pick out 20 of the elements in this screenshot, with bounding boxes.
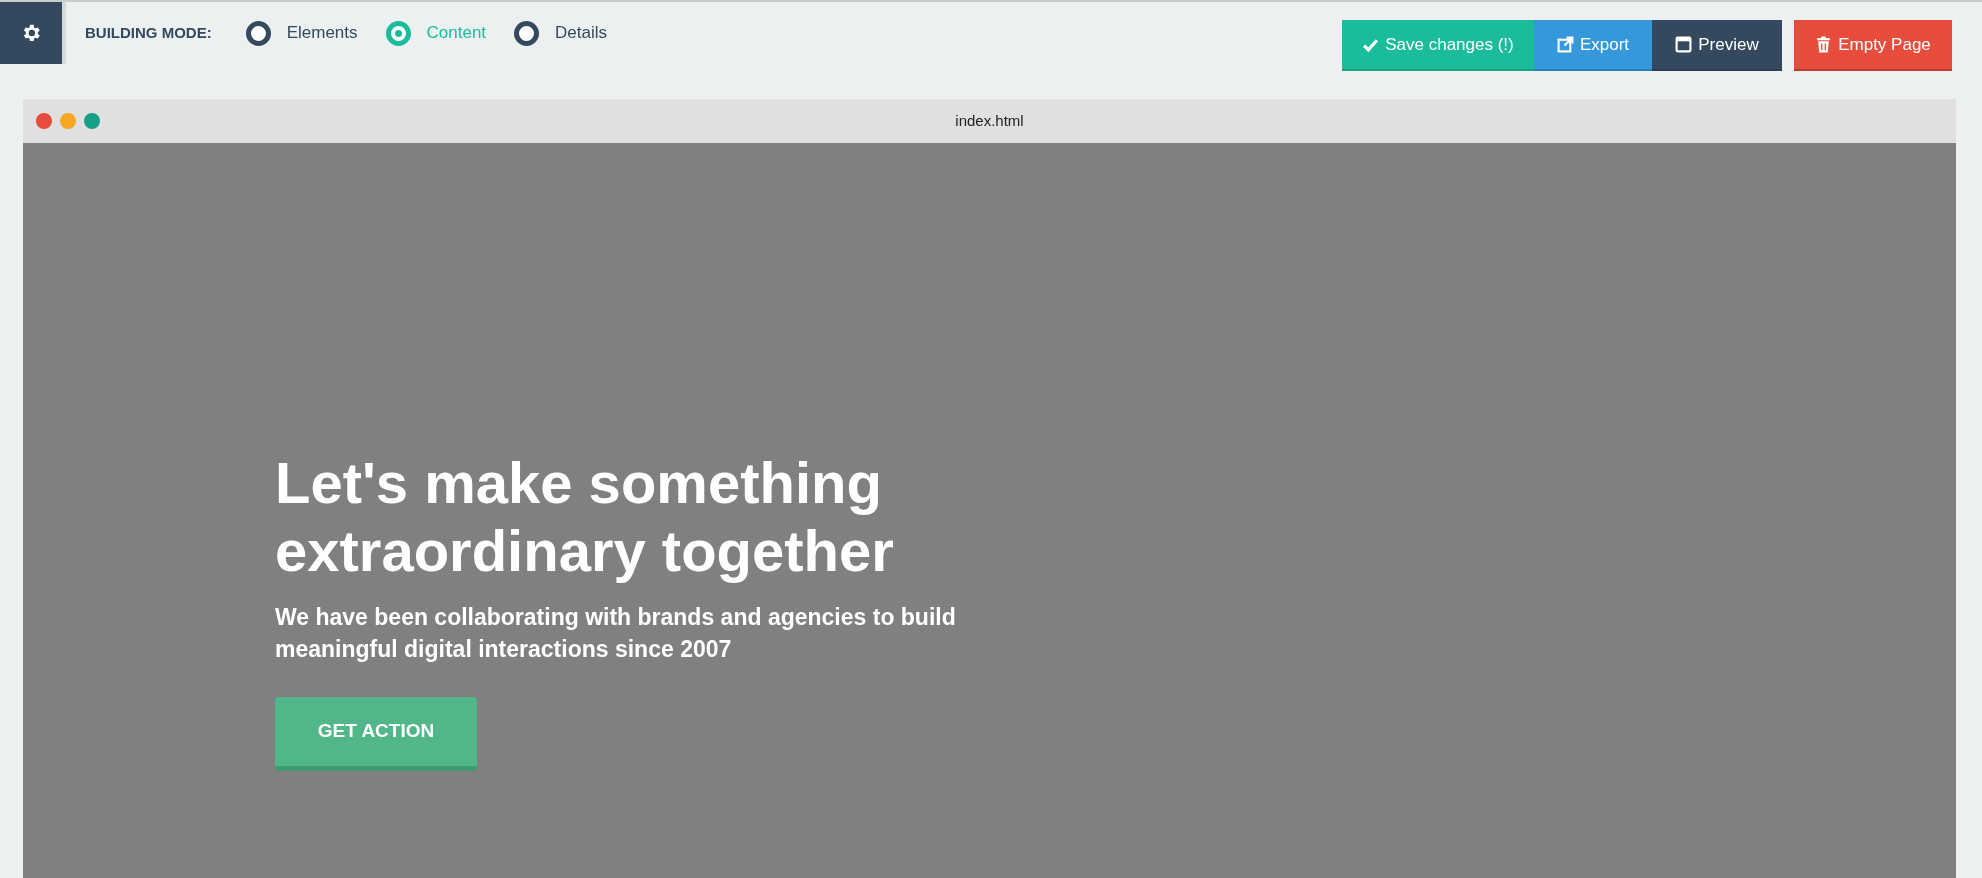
radio-button[interactable] (385, 20, 411, 46)
external-link-icon (1556, 36, 1574, 53)
building-mode-label: BUILDING MODE: (85, 22, 212, 43)
export-button[interactable]: Export (1534, 20, 1652, 71)
mode-label[interactable]: Details (555, 20, 608, 46)
window-title: index.html (955, 110, 1024, 131)
settings-button[interactable] (0, 2, 66, 64)
window-icon (1675, 36, 1693, 53)
hero-subheading: We have been collaborating with brands and agencies to build meaningful digital interactions since 2007 (275, 603, 957, 664)
mode-label[interactable]: Elements (286, 20, 358, 46)
radio-button[interactable] (514, 20, 540, 46)
mode-label[interactable]: Content (426, 20, 487, 46)
get-action-button[interactable]: GET ACTION (275, 697, 477, 771)
empty-page-button[interactable]: Empty Page (1794, 20, 1952, 71)
save-button[interactable]: Save changes (!) (1342, 20, 1534, 71)
trash-icon (1815, 36, 1833, 53)
check-icon (1362, 36, 1380, 53)
radio-button[interactable] (245, 20, 271, 46)
preview-button[interactable]: Preview (1652, 20, 1782, 71)
hero-heading: Let's make something extraordinary together (275, 449, 895, 585)
